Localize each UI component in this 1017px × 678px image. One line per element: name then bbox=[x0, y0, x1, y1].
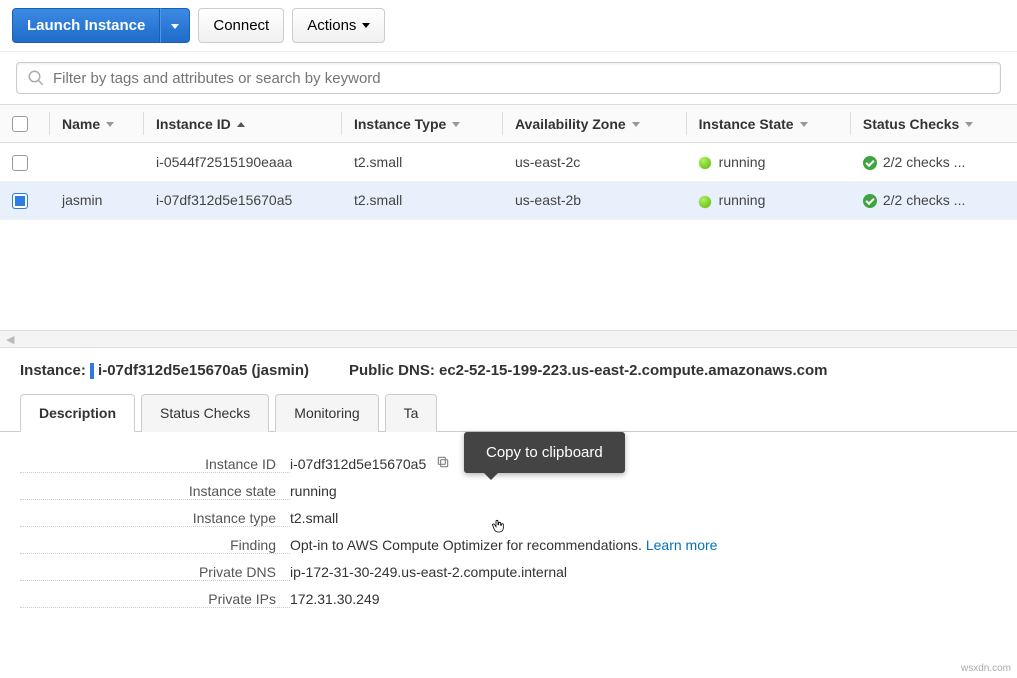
launch-instance-dropdown[interactable] bbox=[160, 8, 190, 43]
cell-checks: 2/2 checks ... bbox=[851, 181, 1017, 219]
tab-status-checks[interactable]: Status Checks bbox=[141, 394, 269, 432]
col-instance-id[interactable]: Instance ID bbox=[144, 105, 342, 143]
caret-down-icon bbox=[362, 23, 370, 28]
tab-tags[interactable]: Ta bbox=[385, 394, 438, 432]
launch-instance-button[interactable]: Launch Instance bbox=[12, 8, 160, 43]
check-pass-icon bbox=[863, 194, 877, 208]
desc-finding-label: Finding bbox=[20, 537, 290, 554]
details-tabs: Description Status Checks Monitoring Ta bbox=[0, 393, 1017, 432]
col-state[interactable]: Instance State bbox=[687, 105, 851, 143]
desc-priv-dns-label: Private DNS bbox=[20, 564, 290, 581]
search-icon bbox=[27, 69, 45, 87]
cell-instance-id: i-0544f72515190eaaa bbox=[144, 143, 342, 181]
description-panel: Instance ID i-07df312d5e15670a5 Instance… bbox=[20, 450, 997, 613]
toolbar: Launch Instance Connect Actions bbox=[0, 0, 1017, 51]
row-checkbox[interactable] bbox=[12, 155, 28, 171]
select-all-checkbox[interactable] bbox=[12, 116, 28, 132]
selected-instance-label: Instance: i-07df312d5e15670a5 (jasmin) bbox=[20, 362, 309, 379]
filter-input-wrap[interactable] bbox=[16, 62, 1001, 94]
select-all-header[interactable] bbox=[0, 105, 50, 143]
desc-state-label: Instance state bbox=[20, 483, 290, 500]
row-checkbox[interactable] bbox=[12, 193, 28, 209]
cell-state: running bbox=[687, 181, 851, 219]
cell-instance-type: t2.small bbox=[342, 181, 503, 219]
col-checks[interactable]: Status Checks bbox=[851, 105, 1017, 143]
desc-state-value: running bbox=[290, 483, 337, 499]
table-row[interactable]: i-0544f72515190eaaa t2.small us-east-2c … bbox=[0, 143, 1017, 181]
watermark: wsxdn.com bbox=[961, 663, 1011, 674]
col-az[interactable]: Availability Zone bbox=[503, 105, 687, 143]
col-instance-type[interactable]: Instance Type bbox=[342, 105, 503, 143]
cell-name: jasmin bbox=[50, 181, 144, 219]
tab-monitoring[interactable]: Monitoring bbox=[275, 394, 378, 432]
desc-priv-ips-value: 172.31.30.249 bbox=[290, 591, 380, 607]
status-running-icon bbox=[699, 196, 711, 208]
desc-instance-id-label: Instance ID bbox=[20, 456, 290, 473]
selection-bar-icon bbox=[90, 363, 94, 379]
instances-table: Name Instance ID Instance Type Availabil… bbox=[0, 104, 1017, 220]
filter-input[interactable] bbox=[53, 70, 990, 87]
desc-priv-dns-value: ip-172-31-30-249.us-east-2.compute.inter… bbox=[290, 564, 567, 580]
tab-description[interactable]: Description bbox=[20, 394, 135, 432]
cell-instance-type: t2.small bbox=[342, 143, 503, 181]
details-header: Instance: i-07df312d5e15670a5 (jasmin) P… bbox=[0, 348, 1017, 393]
table-header-row: Name Instance ID Instance Type Availabil… bbox=[0, 105, 1017, 143]
desc-type-value: t2.small bbox=[290, 510, 338, 526]
copy-tooltip: Copy to clipboard bbox=[464, 432, 625, 473]
pane-divider[interactable]: ◀ bbox=[0, 330, 1017, 348]
public-dns-label: Public DNS: ec2-52-15-199-223.us-east-2.… bbox=[349, 362, 828, 379]
filter-bar bbox=[0, 51, 1017, 104]
col-name[interactable]: Name bbox=[50, 105, 144, 143]
launch-instance-group: Launch Instance bbox=[12, 8, 190, 43]
desc-finding-value: Opt-in to AWS Compute Optimizer for reco… bbox=[290, 537, 717, 553]
table-row[interactable]: jasmin i-07df312d5e15670a5 t2.small us-e… bbox=[0, 181, 1017, 219]
desc-type-label: Instance type bbox=[20, 510, 290, 527]
cell-instance-id: i-07df312d5e15670a5 bbox=[144, 181, 342, 219]
copy-icon[interactable] bbox=[436, 455, 450, 469]
caret-down-icon bbox=[171, 24, 179, 29]
status-running-icon bbox=[699, 157, 711, 169]
divider-handle-icon: ◀ bbox=[6, 333, 14, 346]
connect-button[interactable]: Connect bbox=[198, 8, 284, 43]
cell-state: running bbox=[687, 143, 851, 181]
check-pass-icon bbox=[863, 156, 877, 170]
cell-az: us-east-2b bbox=[503, 181, 687, 219]
cell-checks: 2/2 checks ... bbox=[851, 143, 1017, 181]
desc-priv-ips-label: Private IPs bbox=[20, 591, 290, 608]
cell-az: us-east-2c bbox=[503, 143, 687, 181]
desc-instance-id-value: i-07df312d5e15670a5 bbox=[290, 455, 450, 472]
learn-more-link[interactable]: Learn more bbox=[646, 537, 718, 553]
actions-button[interactable]: Actions bbox=[292, 8, 385, 43]
cell-name bbox=[50, 143, 144, 181]
